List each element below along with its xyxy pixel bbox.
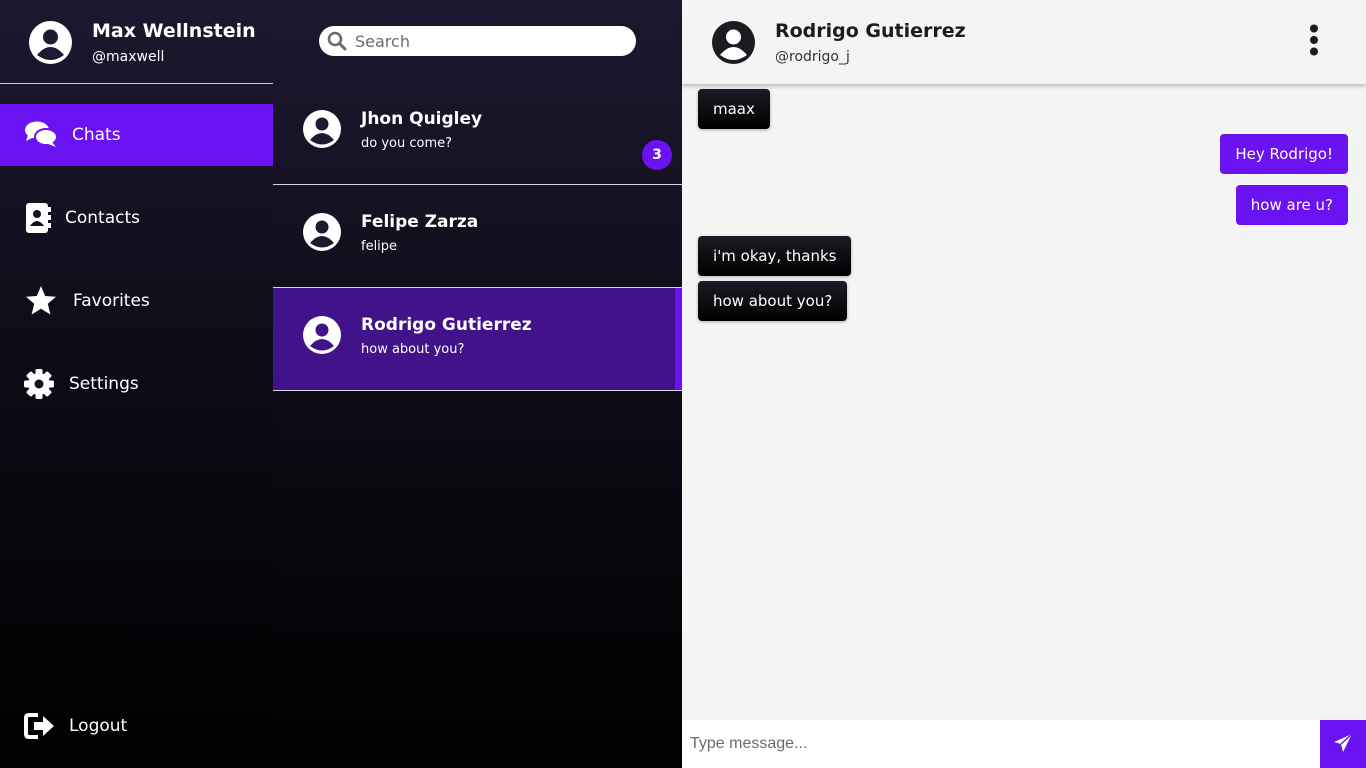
contact-avatar-icon — [303, 110, 341, 152]
contact-avatar-icon — [712, 21, 755, 68]
chat-contact-name: Felipe Zarza — [361, 212, 479, 232]
chat-list-panel: Jhon Quigley do you come? 3 Felipe Zarza… — [273, 0, 682, 768]
message-bubble-incoming: maax — [698, 89, 770, 129]
chat-last-message: how about you? — [361, 342, 465, 357]
search-input[interactable] — [355, 26, 625, 56]
logout-button[interactable]: Logout — [0, 695, 273, 757]
logout-label: Logout — [69, 716, 128, 736]
conversation-header: Rodrigo Gutierrez @rodrigo_j — [682, 0, 1366, 84]
send-icon — [1333, 732, 1353, 756]
contact-avatar-icon — [303, 316, 341, 358]
message-bubble-incoming: how about you? — [698, 281, 848, 321]
gear-icon — [24, 368, 58, 400]
sidebar-item-label: Chats — [72, 125, 121, 145]
sidebar: Max Wellnstein @maxwell Chats Contacts F… — [0, 0, 273, 768]
chat-last-message: do you come? — [361, 136, 453, 151]
chat-contact-name: Rodrigo Gutierrez — [361, 315, 532, 335]
chat-item-felipe-zarza[interactable]: Felipe Zarza felipe — [273, 185, 682, 288]
more-options-icon[interactable] — [1304, 24, 1324, 56]
chat-contact-name: Jhon Quigley — [361, 109, 483, 129]
chat-bubbles-icon — [24, 119, 58, 151]
sidebar-item-contacts[interactable]: Contacts — [0, 187, 273, 249]
contact-avatar-icon — [303, 213, 341, 255]
user-profile: Max Wellnstein @maxwell — [0, 0, 273, 84]
sidebar-item-chats[interactable]: Chats — [0, 104, 273, 166]
unread-count-badge: 3 — [642, 140, 672, 170]
sidebar-item-label: Settings — [69, 374, 139, 394]
search-icon — [327, 31, 347, 55]
chat-item-rodrigo-gutierrez[interactable]: Rodrigo Gutierrez how about you? — [273, 288, 682, 391]
sidebar-item-label: Contacts — [65, 208, 140, 228]
message-bubble-outgoing: how are u? — [1235, 185, 1348, 225]
send-button[interactable] — [1320, 720, 1366, 768]
conversation-panel: Rodrigo Gutierrez @rodrigo_j maax Hey Ro… — [682, 0, 1366, 768]
message-bubble-outgoing: Hey Rodrigo! — [1220, 134, 1348, 174]
chat-item-jhon-quigley[interactable]: Jhon Quigley do you come? — [273, 82, 682, 185]
address-book-icon — [24, 202, 58, 234]
user-handle: @maxwell — [92, 49, 165, 65]
conversation-contact-handle: @rodrigo_j — [775, 49, 850, 65]
sidebar-item-settings[interactable]: Settings — [0, 353, 273, 415]
search-box — [319, 26, 636, 56]
conversation-contact-name: Rodrigo Gutierrez — [775, 20, 966, 42]
user-avatar-icon — [29, 21, 72, 68]
logout-icon — [24, 710, 58, 742]
chat-last-message: felipe — [361, 239, 398, 254]
message-composer — [682, 720, 1366, 768]
star-icon — [24, 285, 58, 317]
message-bubble-incoming: i'm okay, thanks — [698, 236, 852, 276]
message-input[interactable] — [690, 720, 1310, 768]
sidebar-item-label: Favorites — [73, 291, 150, 311]
user-name: Max Wellnstein — [92, 20, 256, 42]
sidebar-item-favorites[interactable]: Favorites — [0, 270, 273, 332]
